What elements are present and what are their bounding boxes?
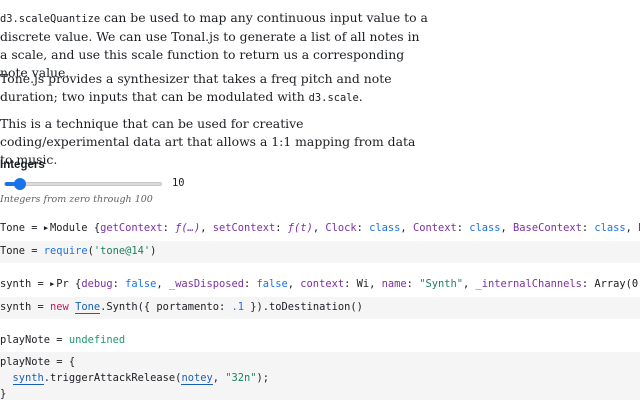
tone-prop-value: class (594, 222, 626, 234)
synth-prop-value: "Synth" (419, 278, 463, 290)
tone-prop-value: class (469, 222, 501, 234)
tone-prop-key: Clock (325, 222, 357, 234)
synth-code-mid: .Synth({ portamento: (100, 301, 232, 313)
inline-code-d3-scale: d3.scale (308, 92, 359, 104)
playnote-cell-output[interactable]: playNote = undefined (0, 332, 640, 348)
tone-cell-output[interactable]: Tone = ▶ Module {getContext: ƒ(…), setCon… (0, 220, 640, 236)
tone-cell-code[interactable]: Tone = require('tone@14') (0, 241, 640, 263)
tone-prop-key: setContext (212, 222, 276, 234)
synth-prop-value: false (125, 278, 157, 290)
para2-end: . (358, 89, 363, 104)
tone-prop-value: class (369, 222, 401, 234)
inline-code-scale-quantize: d3.scaleQuantize (0, 13, 101, 25)
tone-output-type: Module (50, 222, 88, 234)
synth-output-props: debug: false, _wasDisposed: false, conte… (81, 278, 640, 290)
range-slider-thumb[interactable] (14, 178, 26, 190)
synth-prop-key: context (300, 278, 345, 290)
synth-code-lhs: synth = (0, 301, 51, 313)
expand-triangle-icon[interactable]: ▶ (50, 276, 54, 292)
synth-code-new: new (50, 301, 69, 313)
tone-output-eq: = (25, 222, 44, 234)
tone-output-name: Tone (0, 222, 26, 234)
tone-output-props: getContext: ƒ(…), setContext: ƒ(t), Cloc… (100, 222, 640, 234)
playnote-code-indent (0, 372, 13, 384)
synth-prop-key: name (381, 278, 407, 290)
playnote-code-call: .triggerAttackRelease( (43, 372, 182, 384)
synth-cell-output[interactable]: synth = ▶ Pr {debug: false, _wasDisposed:… (0, 276, 640, 292)
synth-output-eq: = (31, 278, 51, 290)
tone-code-arg: 'tone@14' (93, 245, 151, 257)
synth-prop-key: _internalChannels (475, 278, 582, 290)
synth-prop-value: Array(0) (594, 278, 640, 290)
synth-cell-code[interactable]: synth = new Tone.Synth({ portamento: .1 … (0, 297, 640, 319)
playnote-code-comma: , (212, 372, 226, 384)
slider-value: 10 (172, 177, 185, 189)
synth-output-name: synth (0, 278, 32, 290)
tone-code-close: ) (150, 245, 157, 257)
playnote-cell-code[interactable]: playNote = { synth.triggerAttackRelease(… (0, 352, 640, 400)
synth-code-end: }).toDestination() (244, 301, 363, 313)
tone-prop-key: getContext (100, 222, 163, 234)
range-slider-track[interactable] (4, 182, 162, 186)
synth-prop-key: debug (81, 278, 113, 290)
intro-paragraph-technique: This is a technique that can be used for… (0, 115, 430, 169)
slider-helper-text: Integers from zero through 100 (0, 194, 153, 205)
slider-label: Integers (0, 159, 45, 171)
playnote-code-line3: } (0, 388, 7, 400)
para3-text: This is a technique that can be used for… (0, 116, 416, 167)
playnote-code-close: ); (256, 372, 270, 384)
tone-prop-key: Context (412, 222, 457, 234)
synth-code-tone-ref[interactable]: Tone (75, 301, 101, 314)
tone-code-require: require (43, 245, 88, 257)
tone-prop-key: BaseContext (513, 222, 582, 234)
synth-prop-value: false (256, 278, 288, 290)
playnote-code-synth-ref[interactable]: synth (12, 372, 44, 385)
playnote-output-lhs: playNote = (0, 334, 69, 346)
synth-code-num: .1 (231, 301, 245, 313)
expand-triangle-icon[interactable]: ▶ (44, 220, 48, 236)
synth-prop-key: _wasDisposed (168, 278, 244, 290)
tone-prop-value: ƒ(…) (175, 222, 201, 234)
playnote-code-notey-ref[interactable]: notey (181, 372, 213, 385)
synth-output-type: Pr (56, 278, 69, 290)
playnote-code-line1: playNote = { (0, 356, 76, 368)
synth-prop-value: Wi (356, 278, 370, 290)
intro-paragraph-tonejs: Tone.js provides a synthesizer that take… (0, 70, 430, 107)
tone-prop-value: ƒ(t) (287, 222, 313, 234)
tone-code-lhs: Tone = (0, 245, 44, 257)
playnote-code-duration: "32n" (225, 372, 257, 384)
playnote-output-value: undefined (68, 334, 126, 346)
